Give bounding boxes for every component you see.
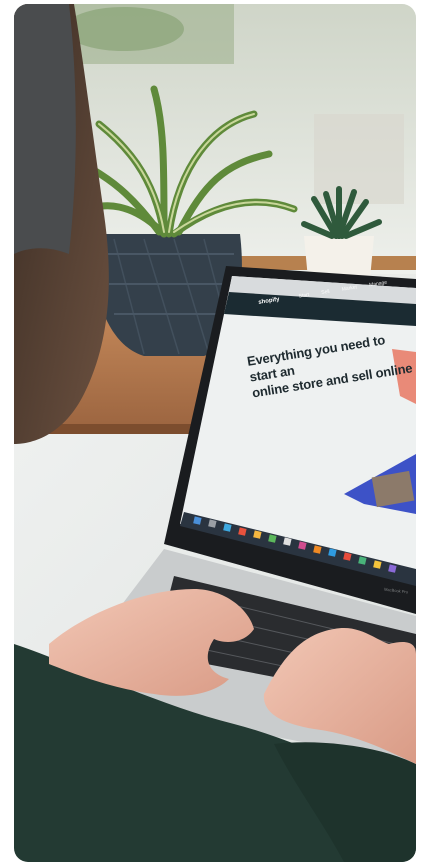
photo-illustration [14, 4, 416, 862]
photo-card: shopify Start Sell Market Manage Everyth… [14, 4, 416, 862]
